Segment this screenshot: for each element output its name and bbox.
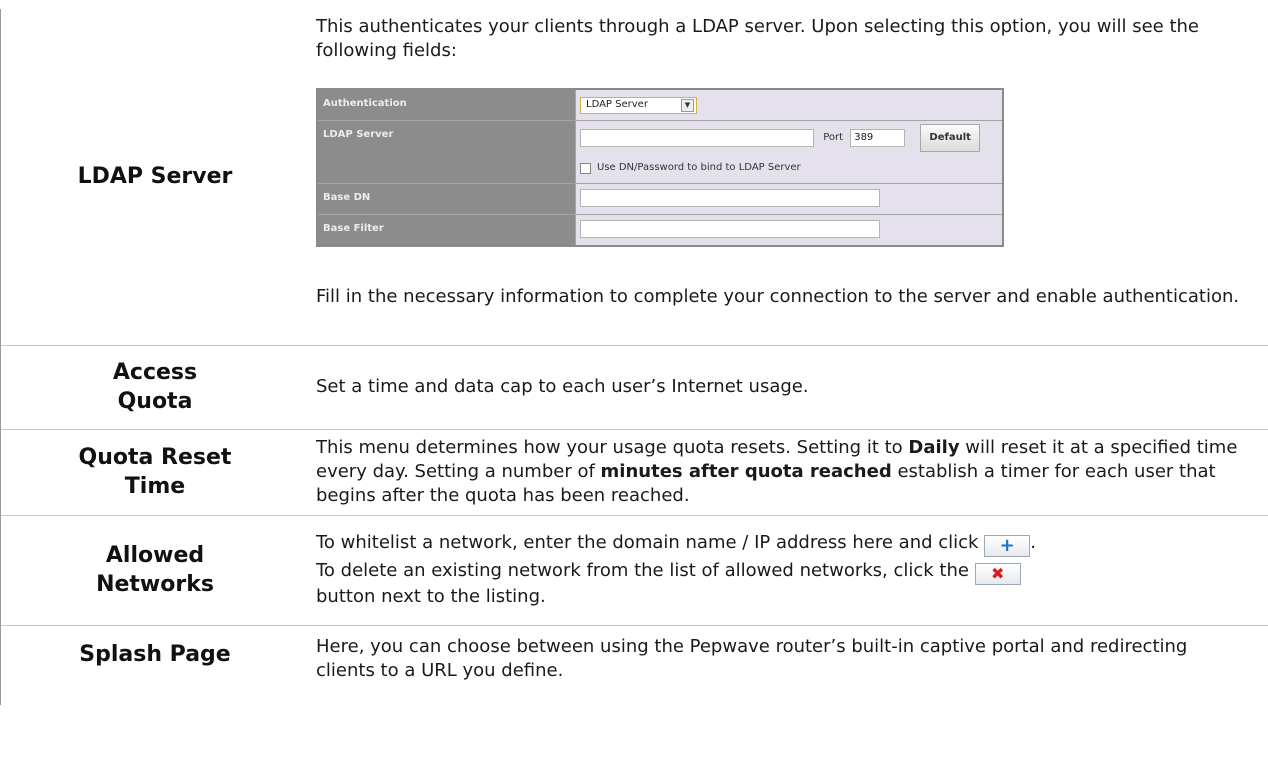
settings-reference-table: LDAP Server This authenticates your clie…: [0, 9, 1268, 705]
access-quota-row: Access Quota Set a time and data cap to …: [0, 344, 1268, 429]
delete-network-button[interactable]: ✖: [974, 563, 1021, 585]
quota-reset-text-1: This menu determines how your usage quot…: [316, 437, 909, 458]
access-quota-term: Access Quota: [0, 344, 309, 429]
default-button[interactable]: Default: [920, 124, 980, 152]
allowed-networks-text-4: button next to the listing.: [316, 586, 546, 607]
ldap-server-input[interactable]: [580, 129, 814, 147]
allowed-networks-description: To whitelist a network, enter the domain…: [309, 514, 1268, 625]
ldap-server-description: This authenticates your clients through …: [309, 9, 1268, 345]
allowed-networks-text-2: .: [1030, 532, 1036, 553]
allowed-networks-term-line-2: Networks: [96, 572, 214, 597]
splash-page-term-label: Splash Page: [79, 641, 231, 667]
ldap-server-field-label: LDAP Server: [316, 120, 576, 184]
access-quota-term-line-1: Access: [112, 360, 198, 385]
chevron-down-icon: ▼: [681, 98, 694, 112]
splash-page-term: Splash Page: [0, 624, 309, 705]
port-label: Port: [823, 132, 844, 143]
ldap-settings-panel: Authentication LDAP Server ▼ LDAP Server…: [316, 88, 1004, 247]
quota-reset-term-line-2: Time: [124, 474, 186, 499]
add-network-button[interactable]: +: [984, 535, 1031, 557]
allowed-networks-term-line-1: Allowed: [105, 543, 205, 568]
base-filter-label: Base Filter: [316, 214, 576, 247]
allowed-networks-term: Allowed Networks: [0, 514, 309, 625]
daily-option-text: Daily: [908, 437, 960, 458]
ldap-intro-text: This authenticates your clients through …: [316, 16, 1200, 61]
access-quota-term-line-2: Quota: [117, 389, 193, 414]
splash-page-description: Here, you can choose between using the P…: [309, 624, 1268, 705]
port-input[interactable]: 389: [850, 129, 906, 147]
authentication-select[interactable]: LDAP Server ▼: [580, 96, 697, 114]
base-dn-label: Base DN: [316, 183, 576, 215]
minutes-option-text: minutes after quota reached: [600, 461, 892, 482]
quota-reset-term: Quota Reset Time: [0, 428, 309, 515]
access-quota-description: Set a time and data cap to each user’s I…: [309, 344, 1268, 429]
bind-dn-checkbox-label: Use DN/Password to bind to LDAP Server: [597, 162, 801, 173]
quota-reset-description: This menu determines how your usage quot…: [309, 428, 1268, 515]
close-icon: ✖: [991, 564, 1005, 583]
ldap-server-term: LDAP Server: [0, 9, 309, 345]
authentication-select-value: LDAP Server: [586, 99, 648, 110]
allowed-networks-text-1: To whitelist a network, enter the domain…: [316, 532, 985, 553]
quota-reset-row: Quota Reset Time This menu determines ho…: [0, 428, 1268, 515]
splash-page-row: Splash Page Here, you can choose between…: [0, 624, 1268, 705]
ldap-outro-text: Fill in the necessary information to com…: [316, 286, 1240, 307]
allowed-networks-text-3: To delete an existing network from the l…: [316, 560, 975, 581]
ldap-server-row: LDAP Server This authenticates your clie…: [0, 9, 1268, 345]
allowed-networks-row: Allowed Networks To whitelist a network,…: [0, 514, 1268, 625]
ldap-server-term-label: LDAP Server: [77, 164, 233, 190]
plus-icon: +: [999, 535, 1015, 556]
base-filter-input[interactable]: [580, 220, 880, 238]
quota-reset-term-line-1: Quota Reset: [78, 445, 232, 470]
bind-dn-checkbox[interactable]: [580, 162, 591, 174]
authentication-label: Authentication: [316, 88, 576, 121]
base-dn-input[interactable]: [580, 189, 880, 207]
